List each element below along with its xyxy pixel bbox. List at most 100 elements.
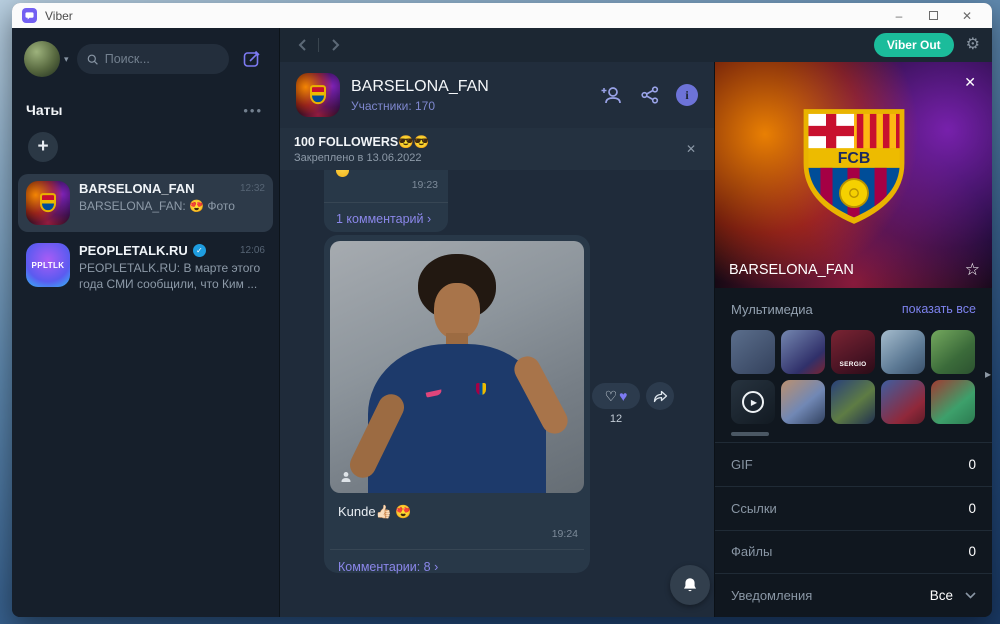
row-value: Все	[930, 588, 953, 603]
viber-out-button[interactable]: Viber Out	[874, 33, 954, 57]
fcb-crest-icon: FCB	[798, 105, 910, 227]
media-thumb[interactable]	[881, 330, 925, 374]
row-label: Уведомления	[731, 588, 930, 603]
chat-avatar: PPLTLK	[26, 243, 70, 287]
chat-header: BARSELONA_FAN Участники: 170 i	[280, 62, 714, 128]
photo-message-bubble: Kunde👍🏻 😍 19:24 Комментарии: 8 ›	[324, 235, 590, 573]
media-thumb[interactable]	[731, 330, 775, 374]
info-button[interactable]: i	[676, 84, 698, 106]
maximize-button[interactable]	[916, 5, 950, 26]
add-participant-button[interactable]	[600, 84, 624, 106]
chat-list-item-peopletalk[interactable]: PPLTLK PEOPLETALK.RU ✓ 12:06 PEOPLETALK.…	[18, 236, 273, 299]
chat-avatar	[26, 181, 70, 225]
viber-logo-icon	[22, 8, 37, 23]
comments-link[interactable]: 1 комментарий ›	[324, 203, 443, 232]
reactions-pill[interactable]: ♡ ♥	[592, 383, 640, 409]
show-all-link[interactable]: показать все	[902, 302, 976, 316]
bell-icon	[682, 577, 698, 594]
channel-title: BARSELONA_FAN	[351, 78, 489, 96]
row-label: Файлы	[731, 544, 968, 559]
media-strip: SERGIO ▶ ▸	[715, 324, 992, 424]
photo-figure	[434, 283, 480, 339]
more-options-icon[interactable]: •••	[243, 103, 263, 118]
panel-row-links[interactable]: Ссылки 0	[715, 486, 992, 530]
chat-preview: PEOPLETALK.RU: В марте этого года СМИ со…	[79, 261, 265, 292]
row-label: Ссылки	[731, 501, 968, 516]
user-avatar[interactable]	[24, 41, 60, 77]
divider	[318, 38, 319, 52]
chats-section-title: Чаты	[26, 102, 243, 118]
media-thumb-video[interactable]: ▶	[731, 380, 775, 424]
panel-row-gif[interactable]: GIF 0	[715, 442, 992, 486]
media-thumb[interactable]: SERGIO	[831, 330, 875, 374]
panel-row-files[interactable]: Файлы 0	[715, 530, 992, 574]
chat-time: 12:32	[240, 183, 265, 194]
media-thumb[interactable]	[881, 380, 925, 424]
search-box[interactable]	[77, 44, 229, 74]
sidebar: ▾ Чаты ••• + BARSELONA_FAN	[12, 28, 280, 617]
sender-person-icon	[340, 471, 352, 483]
viber-window: Viber – ✕ ▾ Чаты ••• +	[12, 3, 992, 617]
message-caption: Kunde👍🏻 😍	[330, 493, 584, 520]
compose-button[interactable]	[237, 44, 267, 74]
share-button[interactable]	[640, 85, 660, 105]
comments-link[interactable]: Комментарии: 8 ›	[330, 550, 584, 584]
message-time: 19:23	[412, 179, 438, 191]
media-section-title: Мультимедиа	[731, 302, 902, 317]
media-scroll-right-icon[interactable]: ▸	[985, 367, 991, 381]
chevron-down-icon	[965, 592, 976, 599]
panel-row-notifications[interactable]: Уведомления Все	[715, 573, 992, 617]
titlebar: Viber – ✕	[12, 3, 992, 28]
row-value: 0	[968, 544, 976, 559]
thumb-text: SERGIO	[839, 361, 866, 368]
favorite-star-icon[interactable]: ☆	[965, 260, 980, 280]
new-chat-button[interactable]: +	[28, 132, 58, 162]
minimize-button[interactable]: –	[882, 5, 916, 26]
row-label: GIF	[731, 457, 968, 472]
media-thumb[interactable]	[781, 380, 825, 424]
media-scrollbar[interactable]	[731, 432, 769, 436]
reactions-count: 12	[592, 413, 640, 425]
channel-avatar[interactable]	[296, 73, 340, 117]
panel-channel-name: BARSELONA_FAN	[729, 262, 854, 278]
topbar: Viber Out ⚙	[280, 28, 992, 62]
emoji-partial	[336, 170, 349, 177]
pinned-title: 100 FOLLOWERS😎😎	[294, 135, 682, 150]
notifications-fab[interactable]	[670, 565, 710, 605]
search-icon	[87, 53, 98, 66]
photo-figure	[476, 383, 486, 395]
maximize-icon	[929, 11, 938, 20]
avatar-text: PPLTLK	[32, 261, 65, 270]
messages-area: 19:23 1 комментарий ›	[280, 170, 714, 617]
media-thumb[interactable]	[931, 330, 975, 374]
heart-filled-icon: ♥	[619, 389, 627, 403]
gear-icon[interactable]: ⚙	[966, 37, 980, 53]
forward-message-button[interactable]	[646, 382, 674, 410]
pinned-close-icon[interactable]: ✕	[682, 138, 700, 160]
chat-list-item-barselona-fan[interactable]: BARSELONA_FAN 12:32 BARSELONA_FAN: 😍 Фот…	[18, 174, 273, 232]
media-thumb[interactable]	[831, 380, 875, 424]
chat-column: BARSELONA_FAN Участники: 170 i 100 FOLLO…	[280, 62, 714, 617]
channel-cover-image: FCB ✕ BARSELONA_FAN ☆	[715, 62, 992, 288]
fcb-crest-icon	[310, 85, 326, 104]
compose-icon	[242, 49, 262, 69]
back-button[interactable]	[292, 35, 312, 55]
row-value: 0	[968, 457, 976, 472]
message-bubble-partial: 19:23 1 комментарий ›	[324, 170, 448, 232]
search-input[interactable]	[105, 52, 219, 66]
media-thumb[interactable]	[931, 380, 975, 424]
forward-icon	[653, 390, 668, 403]
pinned-message-bar[interactable]: 100 FOLLOWERS😎😎 Закреплено в 13.06.2022 …	[280, 128, 714, 170]
channel-info-panel: FCB ✕ BARSELONA_FAN ☆	[714, 62, 992, 617]
message-photo[interactable]	[330, 241, 584, 493]
chevron-down-icon[interactable]: ▾	[64, 54, 69, 65]
close-panel-icon[interactable]: ✕	[960, 70, 980, 95]
close-button[interactable]: ✕	[950, 5, 984, 26]
svg-text:FCB: FCB	[837, 150, 870, 167]
verified-badge-icon: ✓	[193, 244, 206, 257]
play-icon: ▶	[742, 391, 764, 413]
window-title: Viber	[45, 9, 882, 23]
forward-button[interactable]	[325, 35, 345, 55]
fcb-crest-icon	[40, 193, 56, 212]
media-thumb[interactable]	[781, 330, 825, 374]
